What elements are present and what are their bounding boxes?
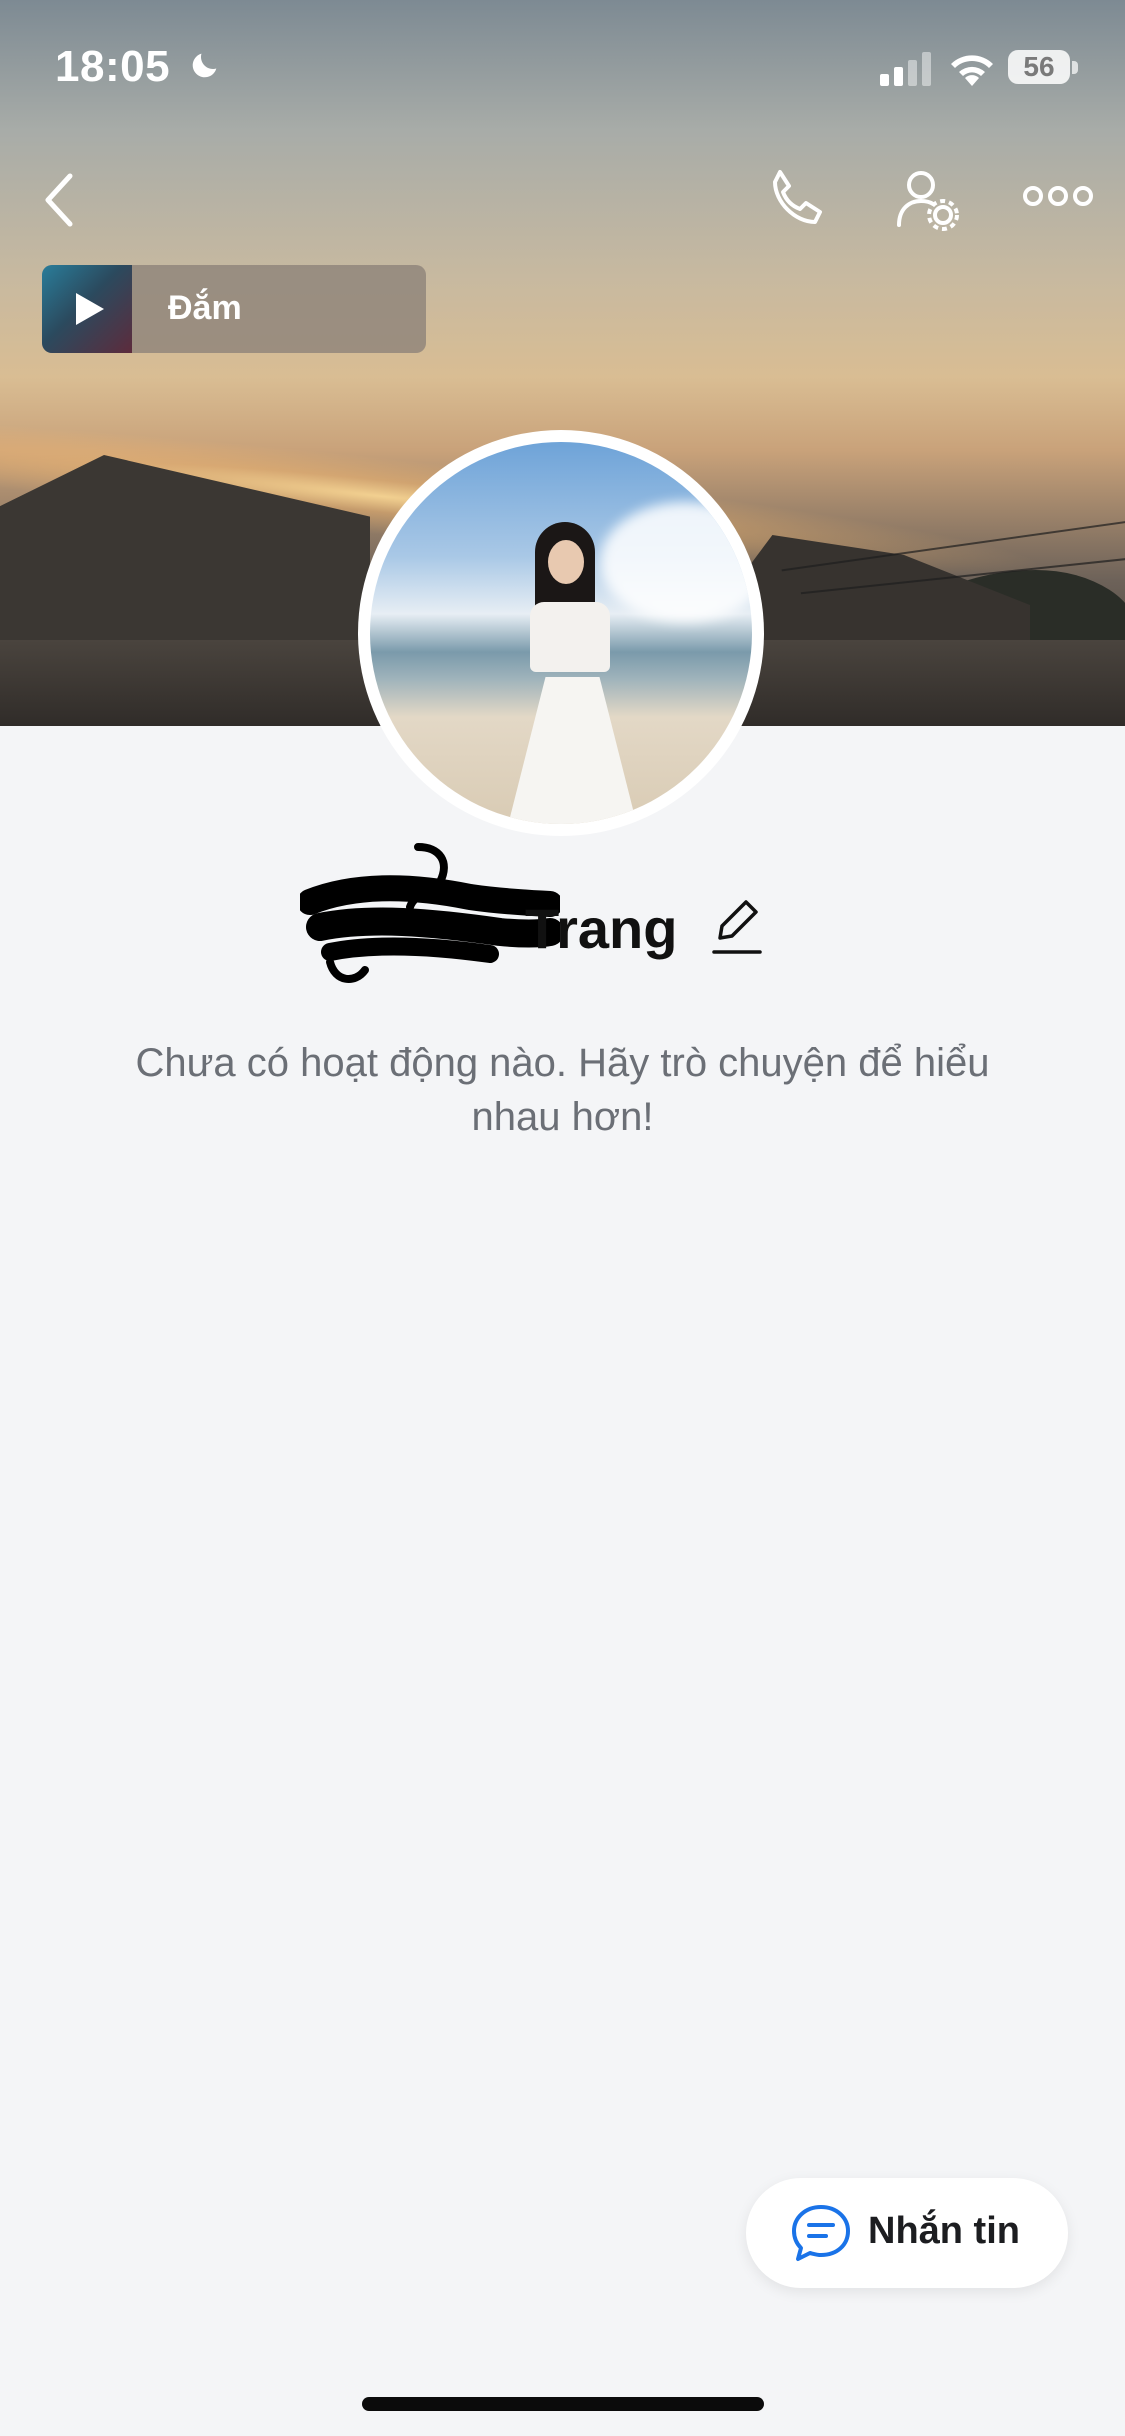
user-settings-icon xyxy=(897,171,959,231)
chevron-left-icon xyxy=(45,173,73,227)
wifi-icon xyxy=(951,55,993,86)
home-indicator[interactable] xyxy=(362,2397,764,2411)
avatar-image xyxy=(370,442,752,824)
status-time: 18:05 xyxy=(55,42,171,91)
chat-bubble-icon xyxy=(792,2205,850,2261)
play-icon[interactable] xyxy=(68,289,108,329)
avatar[interactable] xyxy=(358,430,764,836)
pencil-icon xyxy=(712,900,762,954)
call-button[interactable] xyxy=(758,162,830,234)
back-button[interactable] xyxy=(36,168,84,232)
phone-icon xyxy=(773,170,822,224)
more-horizontal-icon xyxy=(1023,186,1093,206)
music-title: Đắm xyxy=(168,289,242,327)
music-thumbnail xyxy=(42,265,132,353)
battery-icon: 56 xyxy=(1008,50,1080,86)
name-redaction-scribble xyxy=(300,843,560,983)
profile-name: Trang xyxy=(525,897,678,960)
moon-icon xyxy=(192,53,217,78)
battery-level: 56 xyxy=(1008,50,1070,84)
cellular-signal-icon xyxy=(880,52,931,86)
status-bar: 18:05 56 xyxy=(0,0,1125,135)
message-button-label: Nhắn tin xyxy=(868,2210,1020,2252)
edit-name-button[interactable] xyxy=(710,896,762,956)
profile-settings-button[interactable] xyxy=(892,164,964,236)
profile-music[interactable]: Đắm xyxy=(42,265,426,353)
empty-activity-message: Chưa có hoạt động nào. Hãy trò chuyện để… xyxy=(135,1041,990,1139)
message-button[interactable]: Nhắn tin xyxy=(746,2178,1068,2288)
more-button[interactable] xyxy=(1022,176,1094,216)
